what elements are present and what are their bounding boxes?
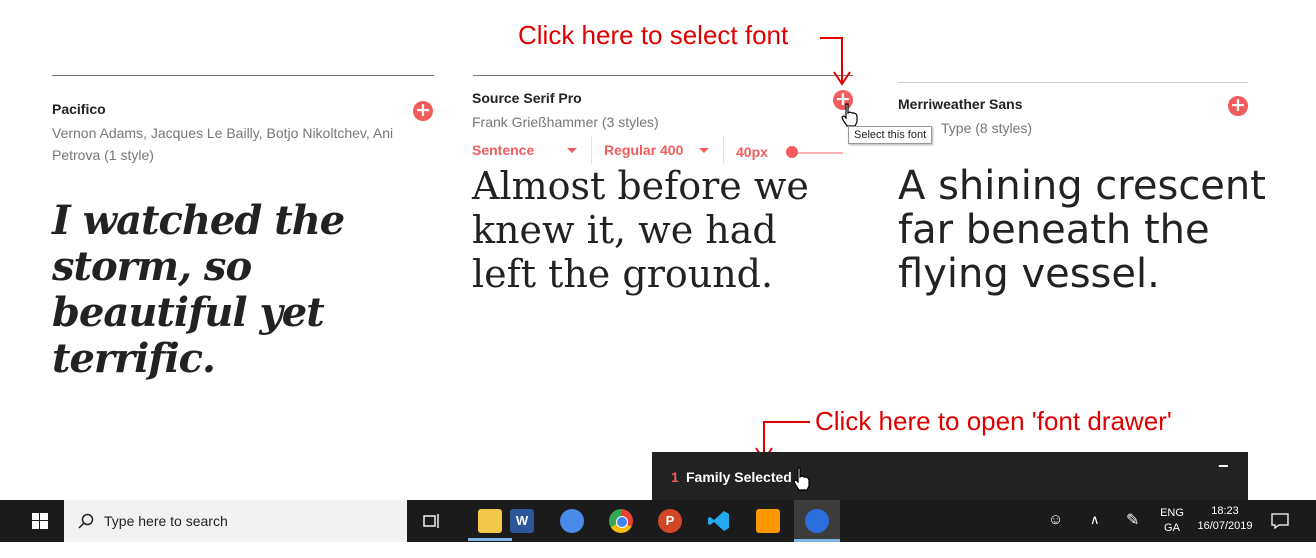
hand-cursor-icon [841, 103, 858, 127]
font-designer-pacifico: Vernon Adams, Jacques Le Bailly, Botjo N… [52, 125, 394, 163]
search-placeholder: Type here to search [104, 513, 228, 529]
size-slider-thumb[interactable] [786, 146, 798, 158]
chevron-down-icon[interactable] [567, 148, 577, 153]
font-designer-source-serif: Frank Grießhammer (3 styles) [472, 114, 659, 130]
card-divider-merriweather [898, 82, 1248, 83]
annotation-arrow-select [820, 37, 851, 86]
sentence-select-label[interactable]: Sentence [472, 142, 534, 158]
clock-date: 16/07/2019 [1197, 520, 1253, 532]
font-name-pacifico[interactable]: Pacifico [52, 101, 106, 117]
add-font-button-merriweather[interactable]: + [1228, 96, 1248, 116]
control-separator [591, 136, 592, 164]
vscode-icon[interactable] [707, 509, 731, 533]
sublime-text-icon[interactable] [756, 509, 780, 533]
language-indicator[interactable]: ENG GA [1158, 506, 1186, 536]
font-name-merriweather[interactable]: Merriweather Sans [898, 96, 1023, 112]
font-sample-merriweather: A shining crescent far beneath the flyin… [898, 163, 1266, 297]
selected-count: 1 [671, 469, 679, 485]
card-divider-pacifico [52, 75, 434, 76]
clock[interactable]: 18:23 16/07/2019 [1190, 504, 1260, 534]
taskbar-search-box[interactable]: Type here to search [64, 500, 407, 542]
size-slider-track[interactable] [791, 152, 843, 154]
firefox-dev-icon[interactable] [805, 509, 829, 533]
word-icon[interactable]: W [510, 509, 534, 533]
start-button[interactable] [16, 500, 64, 542]
active-indicator [468, 538, 512, 541]
font-drawer-bar[interactable]: 1 Family Selected − [652, 452, 1248, 502]
card-divider-source-serif [473, 75, 853, 76]
control-separator [723, 136, 724, 164]
people-icon[interactable]: ☺ [1048, 511, 1063, 528]
maps-app-icon[interactable] [560, 509, 584, 533]
font-sample-pacifico: I watched the storm, so beautiful yet te… [52, 197, 345, 382]
font-sample-source-serif: Almost before we knew it, we had left th… [472, 164, 809, 296]
windows-taskbar: Type here to search W P ☺ ∧ ✎ ENG GA 18:… [0, 500, 1316, 542]
active-indicator [794, 539, 840, 542]
font-name-source-serif[interactable]: Source Serif Pro [472, 90, 582, 106]
task-view-icon [423, 514, 439, 528]
minimize-icon[interactable]: − [1218, 456, 1229, 477]
pen-icon[interactable]: ✎ [1126, 510, 1139, 530]
annotation-select-font: Click here to select font [518, 20, 789, 50]
task-view-button[interactable] [420, 500, 444, 542]
windows-logo-icon [32, 513, 48, 529]
powerpoint-icon[interactable]: P [658, 509, 682, 533]
chevron-down-icon[interactable] [699, 148, 709, 153]
notifications-icon[interactable] [1271, 512, 1289, 530]
add-font-button-pacifico[interactable]: + [413, 101, 433, 121]
tooltip-select-font: Select this font [848, 126, 933, 144]
font-designer-merriweather: Type (8 styles) [941, 120, 1033, 136]
search-icon [78, 513, 94, 529]
chevron-up-icon[interactable]: ∧ [1090, 512, 1100, 528]
language-bottom: GA [1164, 522, 1180, 534]
chrome-icon[interactable] [609, 509, 633, 533]
size-value-label: 40px [736, 144, 768, 160]
annotation-open-drawer: Click here to open 'font drawer' [815, 406, 1172, 436]
weight-select-label[interactable]: Regular 400 [604, 142, 683, 158]
hand-cursor-icon [793, 467, 810, 491]
clock-time: 18:23 [1211, 505, 1239, 517]
file-explorer-icon[interactable] [478, 509, 502, 533]
selected-label: Family Selected [686, 469, 792, 485]
language-top: ENG [1160, 507, 1184, 519]
